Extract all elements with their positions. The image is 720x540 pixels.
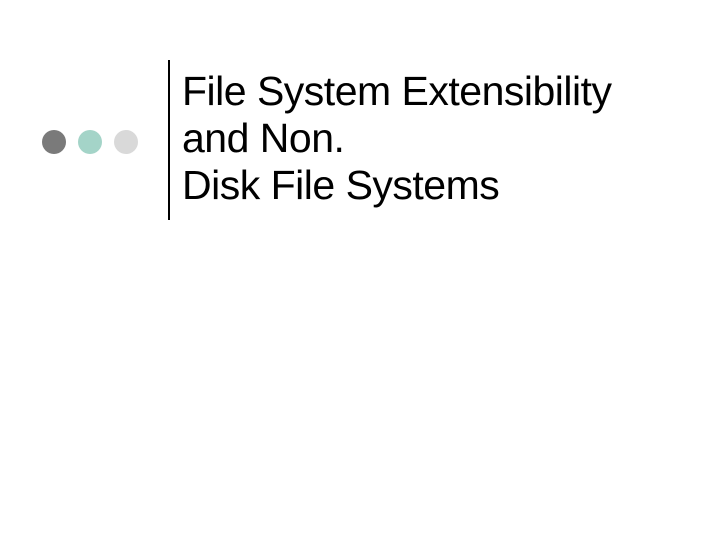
slide-title: File System Extensibility and Non.Disk F… <box>182 68 682 209</box>
decorative-dots-row <box>42 130 138 154</box>
vertical-divider <box>168 60 170 220</box>
slide-container: File System Extensibility and Non.Disk F… <box>0 0 720 540</box>
dot-icon <box>42 130 66 154</box>
dot-icon <box>78 130 102 154</box>
dot-icon <box>114 130 138 154</box>
